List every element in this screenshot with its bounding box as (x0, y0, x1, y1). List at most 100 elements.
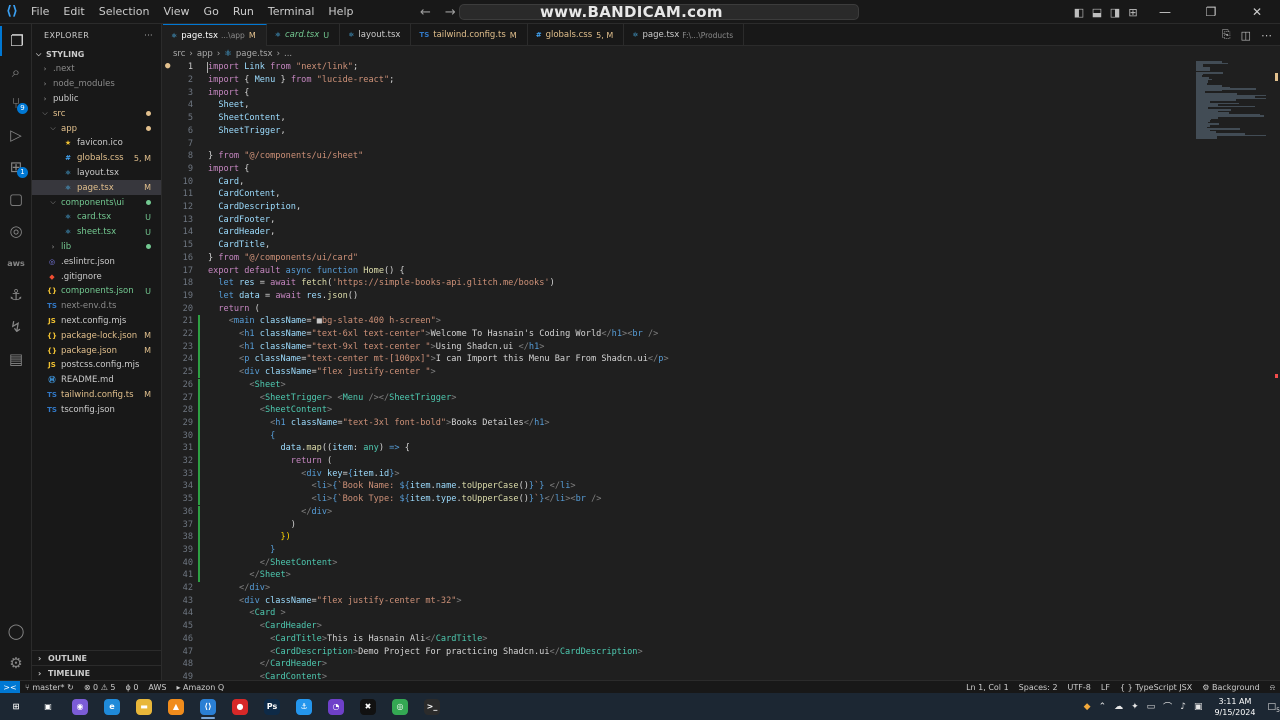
remote-explorer-icon[interactable]: ▢ (0, 184, 32, 214)
editor-tab[interactable]: ⚛ page.tsx ...\app M (163, 24, 267, 46)
source-control-icon[interactable]: ⑂ 9 (0, 88, 32, 118)
menu-item-go[interactable]: Go (197, 0, 226, 24)
menu-item-run[interactable]: Run (226, 0, 261, 24)
file-tree-item[interactable]: › node_modules (32, 77, 161, 92)
problems-count[interactable]: ⊗ 0 ⚠ 5 (79, 683, 121, 692)
file-tree-item[interactable]: › public (32, 92, 161, 107)
gitlens-icon[interactable]: ◎ (0, 216, 32, 246)
file-tree-item[interactable]: ⌵ app (32, 121, 161, 136)
task-view-icon[interactable]: ▣ (32, 693, 64, 720)
show-hidden-icons-icon[interactable]: ⌃ (1095, 702, 1111, 712)
restore-icon[interactable]: ❐ (1188, 5, 1234, 19)
system-clock[interactable]: 3:11 AM 9/15/2024 (1206, 696, 1263, 718)
github-desktop-icon[interactable]: ◔ (320, 693, 352, 720)
edge-icon[interactable]: e (96, 693, 128, 720)
menu-item-selection[interactable]: Selection (92, 0, 157, 24)
explorer-more-icon[interactable]: ··· (144, 31, 153, 40)
split-editor-icon[interactable]: ◫ (1241, 29, 1251, 42)
file-tree-item[interactable]: ⚛ page.tsx M (32, 180, 161, 196)
open-changes-icon[interactable]: ⎘ (1222, 28, 1231, 42)
copilot-icon[interactable]: ◉ (64, 693, 96, 720)
workspace-root[interactable]: ⌵ STYLING (32, 46, 161, 62)
remote-indicator[interactable]: >< (0, 680, 20, 694)
docker-icon[interactable]: ⚓ (288, 693, 320, 720)
editor-tab[interactable]: # globals.css 5, M (528, 24, 625, 46)
lightbulb-icon[interactable]: ● (165, 61, 170, 71)
bandicam-icon[interactable]: ● (224, 693, 256, 720)
file-tree-item[interactable]: # globals.css 5, M (32, 151, 161, 166)
onedrive-icon[interactable]: ☁ (1110, 702, 1127, 712)
encoding[interactable]: UTF-8 (1063, 683, 1096, 692)
photoshop-icon[interactable]: Ps (256, 693, 288, 720)
thunder-client-icon[interactable]: ↯ (0, 312, 32, 342)
code-editor[interactable]: ● 1 import Link from "next/link"; 2 import {… (163, 61, 1280, 680)
notification-center-icon[interactable]: □ 5 (1263, 702, 1280, 714)
forward-arrow-icon[interactable]: → (445, 5, 456, 20)
aws-status[interactable]: AWS (143, 683, 171, 692)
file-tree-item[interactable]: ⚛ layout.tsx (32, 166, 161, 181)
more-actions-icon[interactable]: ⋯ (1261, 29, 1272, 42)
customize-layout-icon[interactable]: ⊞ (1124, 6, 1142, 19)
file-tree-item[interactable]: {} components.json U (32, 284, 161, 299)
file-tree-item[interactable]: JS next.config.mjs (32, 314, 161, 329)
editor-tab[interactable]: ⚛ page.tsx F:\...\Products (624, 24, 745, 46)
live-share-icon[interactable]: ▤ (0, 344, 32, 374)
file-tree-item[interactable]: {} package-lock.json M (32, 328, 161, 343)
end-of-line[interactable]: LF (1096, 683, 1115, 692)
indentation[interactable]: Spaces: 2 (1014, 683, 1063, 692)
file-explorer-icon[interactable]: ▬ (128, 693, 160, 720)
menu-item-edit[interactable]: Edit (56, 0, 91, 24)
volume-icon[interactable]: ♪ (1176, 702, 1190, 712)
toggle-sidebar-icon[interactable]: ◧ (1070, 6, 1088, 19)
file-tree-item[interactable]: Ⓜ README.md (32, 373, 161, 388)
file-tree-item[interactable]: JS postcss.config.mjs (32, 358, 161, 373)
menu-item-help[interactable]: Help (321, 0, 360, 24)
battery-icon[interactable]: ▭ (1143, 702, 1160, 712)
toggle-panel-icon[interactable]: ⬓ (1088, 6, 1106, 19)
minimize-icon[interactable]: — (1142, 5, 1188, 19)
tray-app-icon[interactable]: ◆ (1080, 702, 1095, 712)
breadcrumb-item[interactable]: src (173, 49, 185, 59)
close-icon[interactable]: ✕ (1234, 5, 1280, 19)
vlc-icon[interactable]: ▲ (160, 693, 192, 720)
outline-section[interactable]: › OUTLINE (32, 650, 161, 665)
tray-bluetooth-icon[interactable]: ✦ (1127, 702, 1143, 712)
search-icon[interactable]: ⌕ (0, 57, 32, 87)
minimap[interactable] (1194, 61, 1268, 141)
toggle-secondary-sidebar-icon[interactable]: ◨ (1106, 6, 1124, 19)
language-mode[interactable]: { } TypeScript JSX (1115, 683, 1197, 692)
vertical-scrollbar[interactable] (1270, 61, 1280, 680)
breadcrumb-item[interactable]: page.tsx (236, 49, 273, 59)
language-tray-icon[interactable]: ▣ (1190, 702, 1207, 712)
docker-icon[interactable]: ⚓ (0, 280, 32, 310)
file-tree-item[interactable]: ★ favicon.ico (32, 136, 161, 151)
extensions-icon[interactable]: ⊞ 1 (0, 152, 32, 182)
file-tree-item[interactable]: ◆ .gitignore (32, 269, 161, 284)
windows-start-icon[interactable]: ⊞ (0, 693, 32, 720)
file-tree-item[interactable]: ◎ .eslintrc.json (32, 254, 161, 269)
terminal-icon[interactable]: >_ (416, 693, 448, 720)
editor-tab[interactable]: ⚛ layout.tsx (340, 24, 412, 46)
menu-item-view[interactable]: View (156, 0, 196, 24)
capcut-icon[interactable]: ✖ (352, 693, 384, 720)
breadcrumb-item[interactable]: ... (284, 49, 292, 59)
ports-count[interactable]: ɸ 0 (121, 683, 144, 692)
settings-gear-icon[interactable]: ⚙ (0, 648, 32, 678)
file-tree-item[interactable]: › .next (32, 62, 161, 77)
back-arrow-icon[interactable]: ← (420, 5, 431, 20)
editor-tab[interactable]: ⚛ card.tsx U (267, 24, 341, 46)
file-tree-item[interactable]: {} package.json M (32, 343, 161, 358)
notifications-bell-icon[interactable]: ⍾ (1265, 683, 1280, 693)
file-tree-item[interactable]: ⚛ card.tsx U (32, 210, 161, 225)
aws-icon[interactable]: aws (0, 248, 32, 278)
accounts-icon[interactable]: ◯ (0, 616, 32, 646)
background-status[interactable]: ⚙ Background (1197, 683, 1264, 692)
run-debug-icon[interactable]: ▷ (0, 120, 32, 150)
vscode-icon[interactable]: ⟨⟩ (192, 693, 224, 720)
amazon-q-status[interactable]: ▸ Amazon Q (171, 683, 229, 692)
menu-item-terminal[interactable]: Terminal (261, 0, 322, 24)
file-tree-item[interactable]: TS tsconfig.json (32, 402, 161, 417)
file-tree-item[interactable]: TS next-env.d.ts (32, 299, 161, 314)
file-tree-item[interactable]: TS tailwind.config.ts M (32, 388, 161, 403)
breadcrumb-item[interactable]: app (197, 49, 213, 59)
